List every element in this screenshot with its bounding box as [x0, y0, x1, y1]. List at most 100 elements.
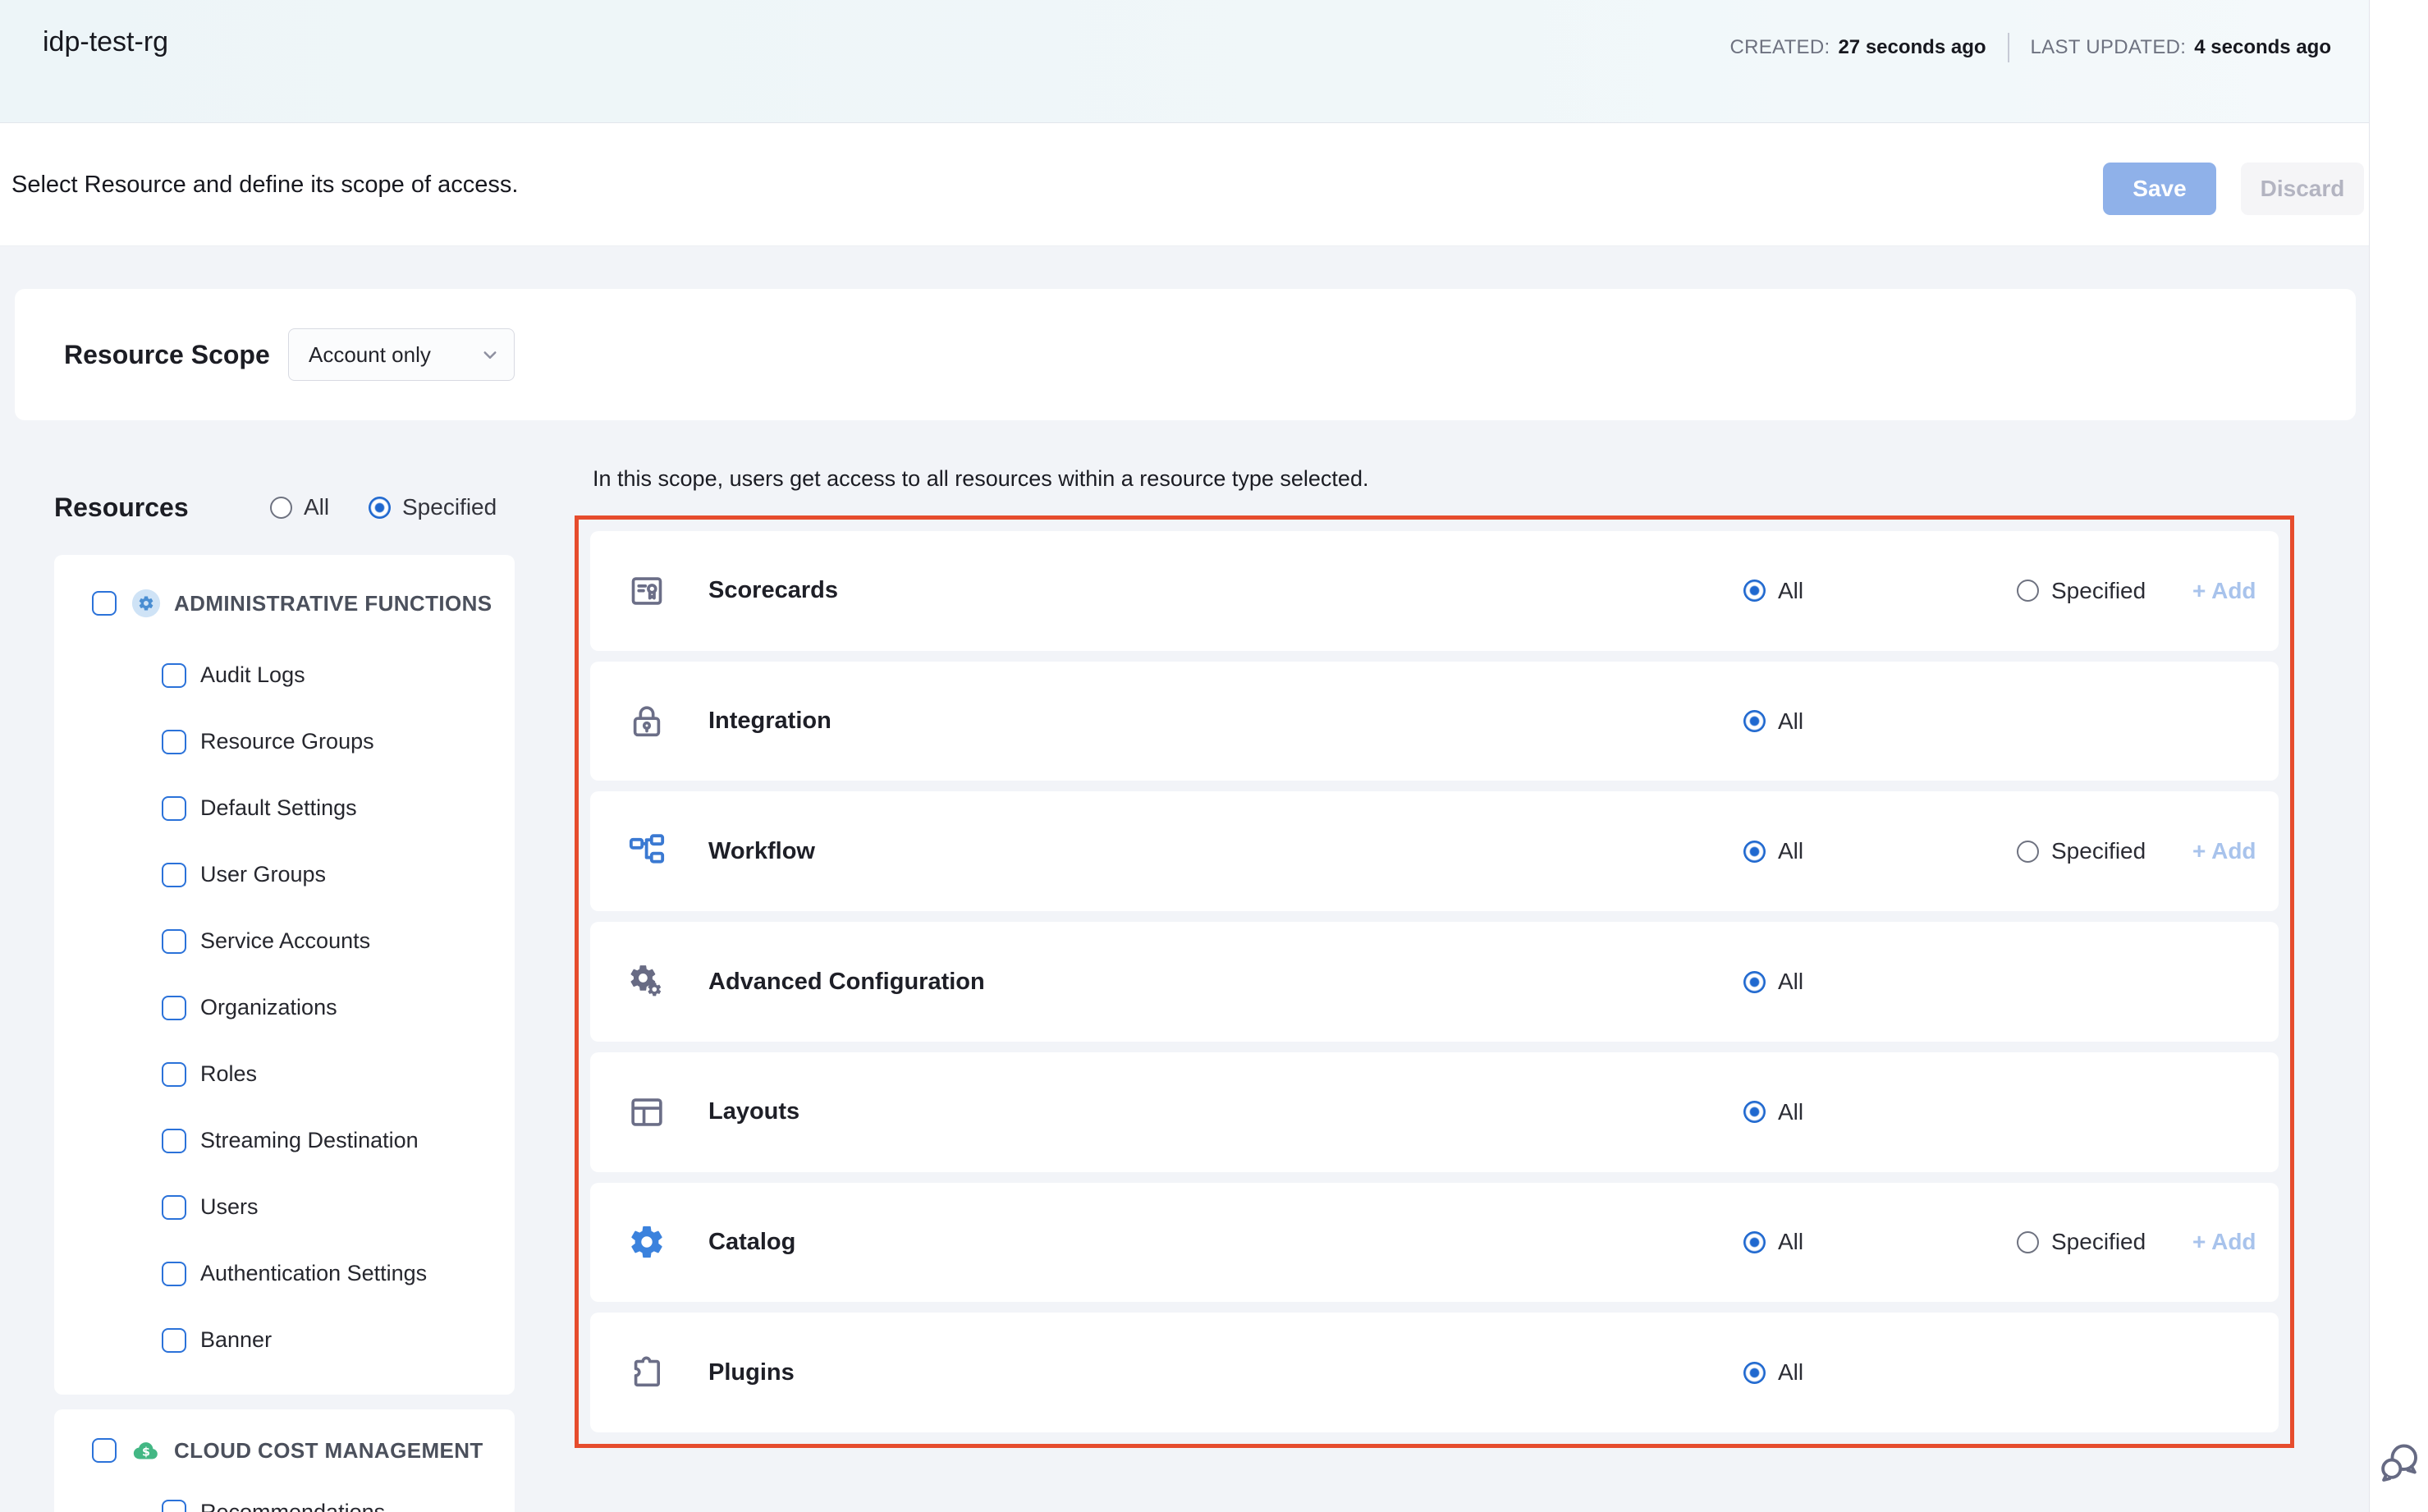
all-radio[interactable]	[1743, 1101, 1766, 1123]
item-label: Roles	[200, 1061, 257, 1087]
row-label: Scorecards	[708, 577, 838, 604]
checkbox-roles[interactable]	[162, 1062, 186, 1087]
row-option-all[interactable]: All	[1743, 1229, 1803, 1255]
row-label: Layouts	[708, 1098, 799, 1125]
checkbox-user-groups[interactable]	[162, 863, 186, 887]
specified-radio[interactable]	[2017, 580, 2039, 602]
resource-scope-dropdown[interactable]: Account only	[288, 328, 515, 381]
resources-option-all[interactable]: All	[270, 489, 329, 525]
chat-support-button[interactable]	[2375, 1438, 2422, 1486]
all-radio-label[interactable]: All	[1778, 969, 1803, 995]
row-option-all[interactable]: All	[1743, 969, 1803, 995]
toolbar: Select Resource and define its scope of …	[0, 124, 2369, 246]
resource-item-authentication-settings: Authentication Settings	[92, 1240, 515, 1307]
all-radio-label[interactable]: All	[304, 494, 329, 520]
checkbox-audit-logs[interactable]	[162, 663, 186, 688]
checkbox-default-settings[interactable]	[162, 796, 186, 821]
all-radio[interactable]	[270, 497, 292, 519]
item-label: Streaming Destination	[200, 1128, 419, 1153]
resources-title: Resources	[54, 489, 189, 525]
row-option-specified[interactable]: Specified	[2017, 578, 2146, 604]
cloud-cost-icon	[131, 1435, 162, 1466]
resource-type-row-layouts: Layouts All Specified	[590, 1052, 2279, 1172]
row-label: Integration	[708, 708, 831, 735]
item-label: Organizations	[200, 995, 337, 1020]
specified-radio-label[interactable]: Specified	[402, 494, 497, 520]
resource-item-user-groups: User Groups	[92, 841, 515, 908]
item-label: Banner	[200, 1327, 272, 1353]
row-label: Catalog	[708, 1229, 795, 1256]
resource-item-resource-groups: Resource Groups	[92, 708, 515, 775]
row-option-all[interactable]: All	[1743, 1099, 1803, 1125]
resource-item-default-settings: Default Settings	[92, 775, 515, 841]
main-area: Resource Scope Account only Resources Al…	[0, 246, 2369, 1512]
add-link[interactable]: + Add	[2192, 1229, 2256, 1255]
checkbox-service-accounts[interactable]	[162, 929, 186, 954]
row-option-all[interactable]: All	[1743, 1359, 1803, 1386]
checkbox-administrative-functions[interactable]	[92, 591, 117, 616]
resource-group-cloud-cost-management: CLOUD COST MANAGEMENT Recommendations	[54, 1409, 515, 1512]
chat-icon	[2375, 1438, 2422, 1486]
all-radio[interactable]	[1743, 971, 1766, 993]
all-radio-label[interactable]: All	[1778, 708, 1803, 735]
all-radio-label[interactable]: All	[1778, 1229, 1803, 1255]
all-radio-label[interactable]: All	[1778, 1099, 1803, 1125]
all-radio[interactable]	[1743, 710, 1766, 732]
resource-scope-label: Resource Scope	[64, 289, 270, 420]
all-radio-label[interactable]: All	[1778, 838, 1803, 864]
row-option-all[interactable]: All	[1743, 578, 1803, 604]
checkbox-recommendations[interactable]	[162, 1500, 186, 1512]
all-radio[interactable]	[1743, 1231, 1766, 1253]
created-meta: CREATED: 27 seconds ago	[1729, 36, 1986, 59]
resource-type-row-advanced-configuration: Advanced Configuration All Specified	[590, 922, 2279, 1042]
add-link[interactable]: + Add	[2192, 838, 2256, 864]
all-radio[interactable]	[1743, 580, 1766, 602]
discard-button[interactable]: Discard	[2241, 163, 2364, 215]
resource-item-roles: Roles	[92, 1041, 515, 1107]
checkbox-cloud-cost-management[interactable]	[92, 1438, 117, 1463]
all-radio-label[interactable]: All	[1778, 1359, 1803, 1386]
resource-types-panel: Scorecards All Specified + Add Integrati…	[575, 515, 2294, 1448]
all-radio[interactable]	[1743, 841, 1766, 863]
resource-scope-value: Account only	[309, 342, 431, 368]
specified-radio[interactable]	[2017, 1231, 2039, 1253]
resource-item-recommendations: Recommendations	[92, 1482, 515, 1512]
resources-option-specified[interactable]: Specified	[369, 489, 497, 525]
resource-group-page: idp-test-rg CREATED: 27 seconds ago LAST…	[0, 0, 2428, 1512]
checkbox-users[interactable]	[162, 1195, 186, 1220]
workflow-icon	[628, 832, 666, 870]
group-label: ADMINISTRATIVE FUNCTIONS	[174, 591, 492, 616]
resource-item-audit-logs: Audit Logs	[92, 642, 515, 708]
specified-radio[interactable]	[2017, 841, 2039, 863]
checkbox-streaming-destination[interactable]	[162, 1129, 186, 1153]
item-label: Service Accounts	[200, 928, 370, 954]
row-option-all[interactable]: All	[1743, 838, 1803, 864]
group-items: Audit Logs Resource Groups Default Setti…	[92, 642, 515, 1373]
layouts-icon	[628, 1093, 666, 1131]
row-option-specified[interactable]: Specified	[2017, 838, 2146, 864]
row-option-specified[interactable]: Specified	[2017, 1229, 2146, 1255]
item-label: Recommendations	[200, 1500, 385, 1512]
item-label: User Groups	[200, 862, 326, 887]
specified-radio-label[interactable]: Specified	[2051, 1229, 2146, 1255]
page-title: idp-test-rg	[43, 26, 168, 58]
metadata: CREATED: 27 seconds ago LAST UPDATED: 4 …	[1729, 33, 2331, 62]
resource-groups-list: ADMINISTRATIVE FUNCTIONS Audit Logs Reso…	[54, 555, 515, 1512]
checkbox-authentication-settings[interactable]	[162, 1262, 186, 1286]
specified-radio-label[interactable]: Specified	[2051, 578, 2146, 604]
row-option-all[interactable]: All	[1743, 708, 1803, 735]
add-link[interactable]: + Add	[2192, 578, 2256, 604]
all-radio[interactable]	[1743, 1362, 1766, 1384]
item-label: Default Settings	[200, 795, 357, 821]
checkbox-banner[interactable]	[162, 1328, 186, 1353]
integration-icon	[628, 703, 666, 740]
checkbox-organizations[interactable]	[162, 996, 186, 1020]
group-label: CLOUD COST MANAGEMENT	[174, 1438, 483, 1464]
specified-radio[interactable]	[369, 497, 391, 519]
save-button[interactable]: Save	[2103, 163, 2216, 215]
checkbox-resource-groups[interactable]	[162, 730, 186, 754]
all-radio-label[interactable]: All	[1778, 578, 1803, 604]
resource-item-banner: Banner	[92, 1307, 515, 1373]
resource-type-row-integration: Integration All Specified	[590, 662, 2279, 781]
specified-radio-label[interactable]: Specified	[2051, 838, 2146, 864]
